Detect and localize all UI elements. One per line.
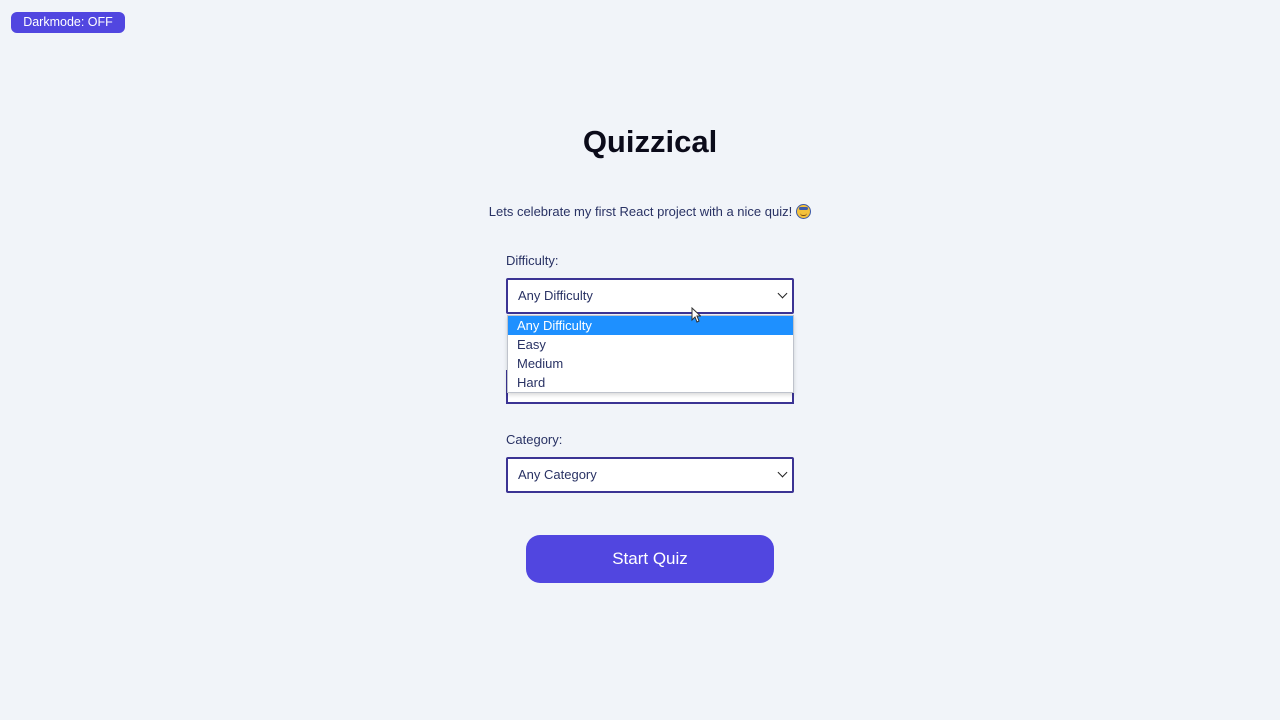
darkmode-toggle-button[interactable]: Darkmode: OFF — [11, 12, 125, 33]
difficulty-option-hard[interactable]: Hard — [508, 373, 793, 392]
difficulty-selected-value: Any Difficulty — [518, 288, 593, 303]
start-quiz-button[interactable]: Start Quiz — [526, 535, 774, 583]
difficulty-label: Difficulty: — [506, 253, 559, 268]
difficulty-dropdown-menu: Any Difficulty Easy Medium Hard — [507, 315, 794, 393]
category-label: Category: — [506, 432, 563, 447]
mouse-pointer-icon — [691, 307, 701, 323]
quiz-setup-page: Darkmode: OFF Quizzical Lets celebrate m… — [0, 0, 1280, 720]
difficulty-select[interactable]: Any Difficulty — [506, 278, 794, 314]
tagline: Lets celebrate my first React project wi… — [0, 204, 1280, 219]
nerd-face-emoji-icon — [796, 204, 812, 219]
category-selected-value: Any Category — [518, 467, 597, 482]
difficulty-option-easy[interactable]: Easy — [508, 335, 793, 354]
difficulty-option-medium[interactable]: Medium — [508, 354, 793, 373]
difficulty-option-any[interactable]: Any Difficulty — [508, 316, 793, 335]
chevron-down-icon — [777, 288, 788, 299]
tagline-text: Lets celebrate my first React project wi… — [488, 204, 793, 219]
page-title: Quizzical — [582, 124, 718, 159]
chevron-down-icon — [777, 467, 788, 478]
category-select[interactable]: Any Category — [506, 457, 794, 493]
